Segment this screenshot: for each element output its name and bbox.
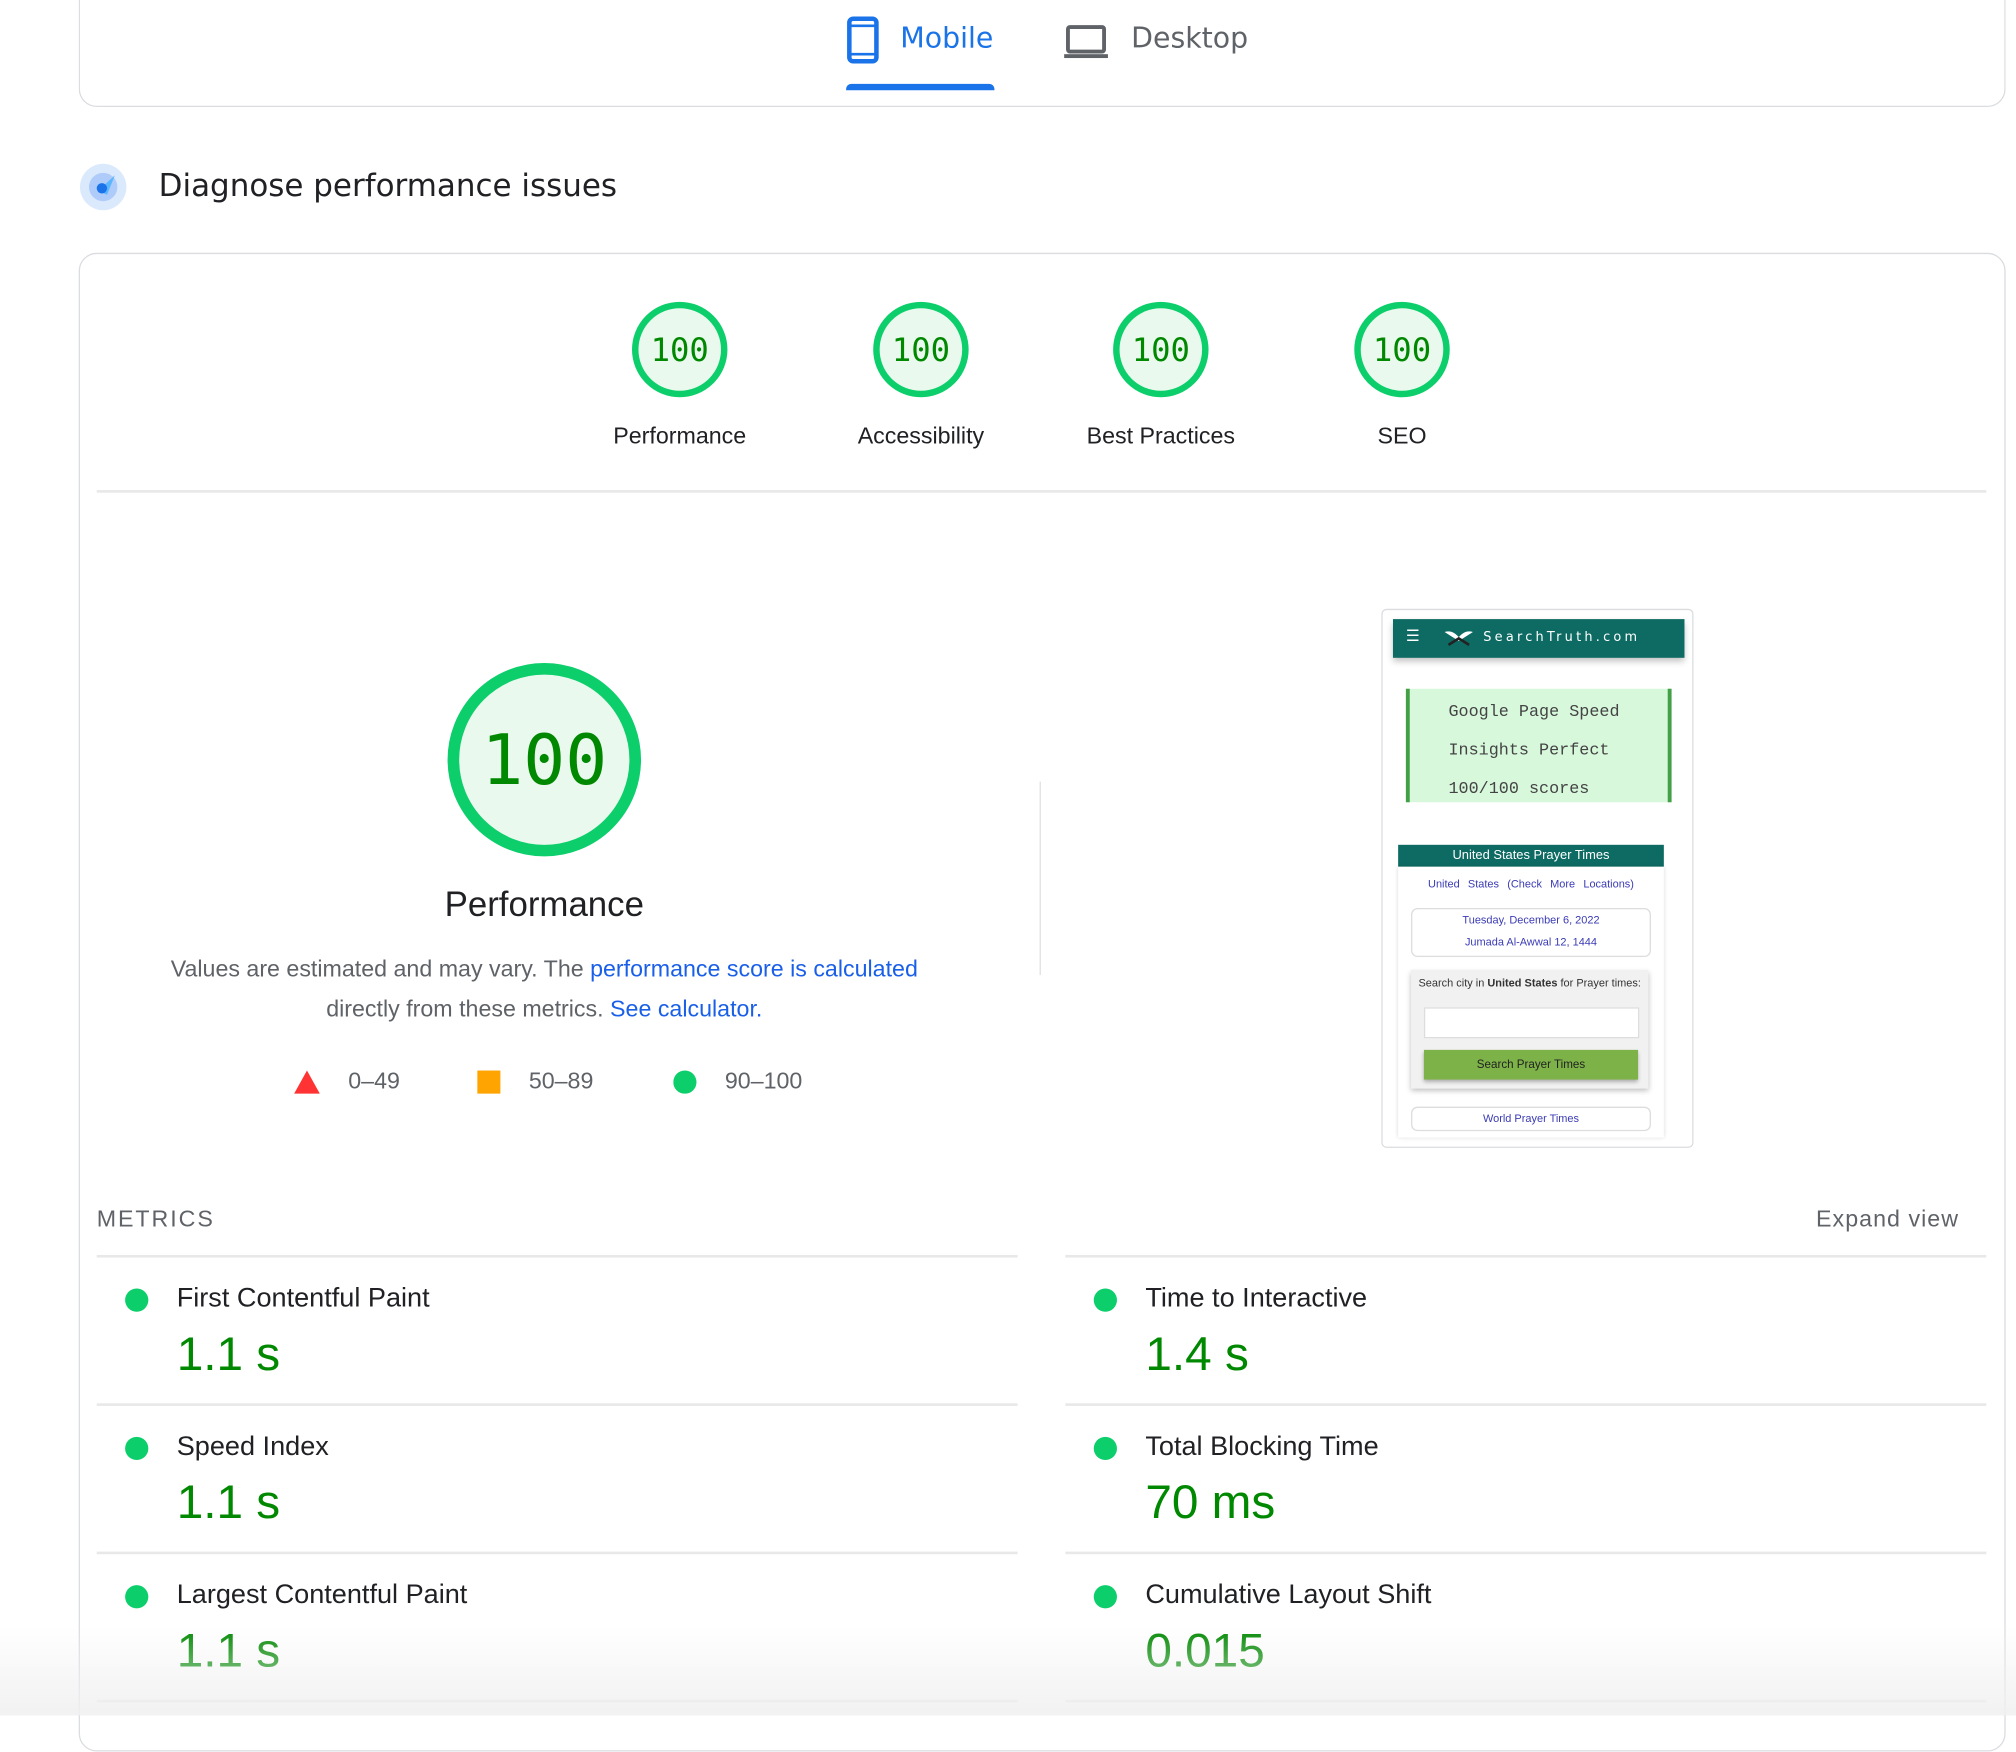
metric-name: First Contentful Paint [176, 1283, 430, 1314]
location: United States [1428, 877, 1500, 890]
date-hijri: Jumada Al-Awwal 12, 1444 [1464, 935, 1598, 949]
metric-name: Time to Interactive [1145, 1283, 1368, 1314]
metric-name: Speed Index [176, 1431, 329, 1462]
date-box: Tuesday, December 6, 2022 Jumada Al-Awwa… [1411, 908, 1651, 958]
city-search-input [1423, 1007, 1640, 1039]
world-prayer-times-link: World Prayer Times [1411, 1106, 1651, 1132]
pass-circle-icon [1093, 1288, 1117, 1312]
see-calculator-link[interactable]: See calculator. [610, 996, 762, 1022]
metric-value: 70 ms [1145, 1475, 1276, 1529]
bottom-fade-shadow [0, 1625, 2016, 1716]
search-label: Search city in United States for Prayer … [1411, 975, 1648, 990]
metric-name: Total Blocking Time [1145, 1431, 1379, 1462]
metric-total-blocking-time: Total Blocking Time 70 ms [1065, 1406, 1987, 1555]
performance-title: Performance [444, 884, 644, 924]
legend-label: 0–49 [348, 1067, 400, 1094]
score-gauge: 100 [1113, 301, 1209, 398]
pass-circle-icon [125, 1585, 149, 1609]
pass-circle-icon [125, 1288, 149, 1312]
tab-mobile[interactable]: Mobile [846, 15, 993, 90]
legend-average: 50–89 [477, 1068, 593, 1095]
site-header: ☰ SearchTruth.com [1392, 619, 1685, 658]
tab-desktop[interactable]: Desktop [1064, 15, 1248, 90]
banner-line: Insights Perfect [1448, 740, 1610, 760]
site-banner: Google Page Speed Insights Perfect 100/1… [1405, 688, 1672, 803]
tab-mobile-label: Mobile [900, 23, 994, 56]
performance-description: Values are estimated and may vary. The p… [129, 949, 960, 1029]
metric-name: Largest Contentful Paint [176, 1580, 468, 1610]
location-link: (Check More Locations) [1507, 877, 1634, 890]
performance-score-gauge: 100 [447, 662, 642, 857]
banner-line: 100/100 scores [1448, 779, 1590, 799]
legend-label: 50–89 [528, 1067, 594, 1094]
site-brand: SearchTruth.com [1483, 630, 1641, 645]
metric-value: 1.4 s [1145, 1327, 1249, 1381]
pass-circle-icon [125, 1436, 149, 1461]
text: for Prayer times: [1557, 976, 1641, 990]
score-gauge: 100 [1354, 301, 1450, 398]
metric-speed-index: Speed Index 1.1 s [96, 1406, 1018, 1555]
pass-circle-icon [1093, 1436, 1117, 1461]
date-gregorian: Tuesday, December 6, 2022 [1462, 913, 1600, 927]
triangle-icon [294, 1069, 320, 1094]
hamburger-menu-icon: ☰ [1405, 626, 1420, 645]
laptop-icon [1064, 25, 1108, 59]
divider [96, 490, 1987, 493]
page-screenshot: ☰ SearchTruth.com Google Page Speed Insi… [1381, 608, 1694, 1148]
score-calculated-link[interactable]: performance score is calculated [590, 956, 918, 982]
prayer-times-box: United States (Check More Locations) Tue… [1398, 866, 1664, 1138]
metric-time-to-interactive: Time to Interactive 1.4 s [1065, 1258, 1987, 1406]
section-title: Diagnose performance issues [158, 167, 618, 204]
metric-value: 1.1 s [176, 1475, 281, 1529]
search-panel: Search city in United States for Prayer … [1411, 969, 1649, 1089]
legend-label: 90–100 [724, 1067, 803, 1094]
location-line: United States (Check More Locations) [1398, 877, 1664, 890]
legend-fail: 0–49 [294, 1068, 400, 1095]
prayer-times-bar: United States Prayer Times [1398, 844, 1664, 867]
expand-view-button[interactable]: Expand view [1816, 1206, 1959, 1233]
metric-name: Cumulative Layout Shift [1145, 1580, 1432, 1610]
square-icon [477, 1069, 501, 1094]
metric-value: 1.1 s [176, 1327, 281, 1381]
category-best-practices[interactable]: 100 Best Practices [1058, 301, 1264, 450]
desc-text: Values are estimated and may vary. The [170, 955, 591, 982]
search-prayer-times-button: Search Prayer Times [1423, 1049, 1639, 1080]
active-tab-indicator [846, 83, 995, 91]
category-accessibility[interactable]: 100 Accessibility [818, 301, 1024, 450]
score-gauge: 100 [632, 301, 728, 398]
category-label: Accessibility [857, 423, 985, 449]
text: Search city in [1418, 976, 1488, 990]
circle-icon [673, 1069, 697, 1094]
pass-circle-icon [1093, 1585, 1117, 1609]
category-performance[interactable]: 100 Performance [577, 301, 783, 450]
score-gauge: 100 [873, 301, 969, 398]
category-label: Best Practices [1086, 423, 1236, 449]
mobile-phone-icon [847, 16, 879, 64]
tab-desktop-label: Desktop [1131, 23, 1249, 56]
metric-first-contentful-paint: First Contentful Paint 1.1 s [96, 1258, 1018, 1406]
text: United States [1487, 976, 1558, 990]
legend-pass: 90–100 [673, 1068, 802, 1095]
open-book-logo-icon [1444, 631, 1473, 646]
category-label: SEO [1377, 423, 1427, 449]
vertical-divider [1039, 781, 1041, 976]
device-tabs-card [78, 0, 2006, 108]
category-seo[interactable]: 100 SEO [1299, 301, 1505, 450]
lighthouse-gauge-icon [79, 163, 127, 211]
category-label: Performance [613, 423, 747, 449]
desc-text: directly from these metrics. [326, 995, 611, 1022]
metrics-header: METRICS [96, 1205, 215, 1232]
banner-line: Google Page Speed [1448, 701, 1620, 721]
